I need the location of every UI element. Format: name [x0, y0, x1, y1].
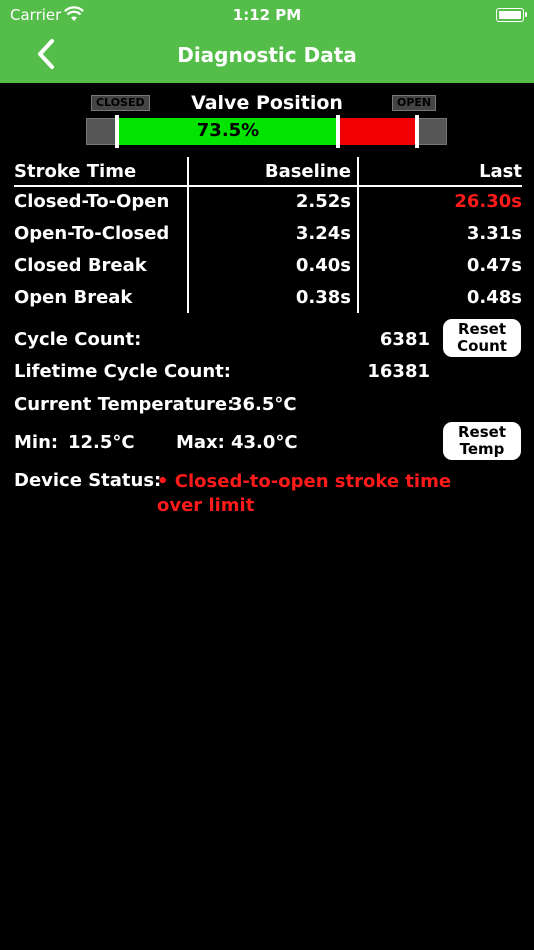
device-status-message: • Closed-to-open stroke time over limit: [157, 471, 452, 516]
stroke-time-table: Stroke Time Baseline Last Closed-To-Open…: [14, 157, 522, 315]
max-temp-label: Max:: [176, 432, 225, 453]
table-row: Open-To-Closed 3.24s 3.31s: [14, 219, 522, 251]
row-last: 0.48s: [466, 287, 522, 308]
row-last-alert: 26.30s: [454, 191, 522, 212]
battery-icon: [496, 8, 527, 22]
table-divider: [357, 157, 359, 313]
lifetime-cycle-count-label: Lifetime Cycle Count:: [14, 361, 231, 382]
table-header: Stroke Time Baseline Last: [14, 157, 522, 187]
device-status-label: Device Status:: [14, 470, 162, 491]
lifetime-cycle-count-value: 16381: [367, 361, 430, 382]
valve-percent: 73.5%: [196, 120, 260, 141]
row-label: Open Break: [14, 287, 133, 308]
valve-max-marker: [415, 115, 419, 148]
header-baseline: Baseline: [264, 161, 351, 182]
row-baseline: 2.52s: [295, 191, 351, 212]
valve-min-marker: [115, 115, 119, 148]
cycle-count-label: Cycle Count:: [14, 329, 142, 350]
table-row: Closed-To-Open 2.52s 26.30s: [14, 187, 522, 219]
valve-position-title: Valve Position: [191, 92, 343, 114]
cycle-count-value: 6381: [379, 329, 430, 350]
row-label: Open-To-Closed: [14, 223, 170, 244]
table-row: Open Break 0.38s 0.48s: [14, 283, 522, 315]
row-baseline: 3.24s: [295, 223, 351, 244]
row-last: 3.31s: [466, 223, 522, 244]
header-last: Last: [479, 161, 522, 182]
nav-header: Carrier 1:12 PM Diagnostic Data: [0, 0, 534, 83]
clock: 1:12 PM: [232, 6, 302, 24]
open-tag: OPEN: [392, 95, 437, 111]
reset-temp-button[interactable]: Reset Temp: [443, 422, 521, 460]
status-bar: Carrier 1:12 PM: [0, 0, 534, 30]
table-divider: [187, 157, 189, 313]
max-temp-value: 43.0°C: [231, 432, 298, 453]
reset-count-button[interactable]: Reset Count: [443, 319, 521, 357]
row-baseline: 0.40s: [295, 255, 351, 276]
row-last: 0.47s: [466, 255, 522, 276]
header-stroke-time: Stroke Time: [14, 161, 137, 182]
min-temp-value: 12.5°C: [68, 432, 135, 453]
page-title: Diagnostic Data: [177, 43, 357, 67]
valve-closed-fill: [338, 118, 417, 145]
current-temperature-value: 36.5°C: [230, 394, 297, 415]
row-label: Closed-To-Open: [14, 191, 170, 212]
valve-position-marker: [336, 115, 340, 148]
table-row: Closed Break 0.40s 0.47s: [14, 251, 522, 283]
min-temp-label: Min:: [14, 432, 59, 453]
row-baseline: 0.38s: [295, 287, 351, 308]
row-label: Closed Break: [14, 255, 147, 276]
current-temperature-label: Current Temperature:: [14, 394, 235, 415]
